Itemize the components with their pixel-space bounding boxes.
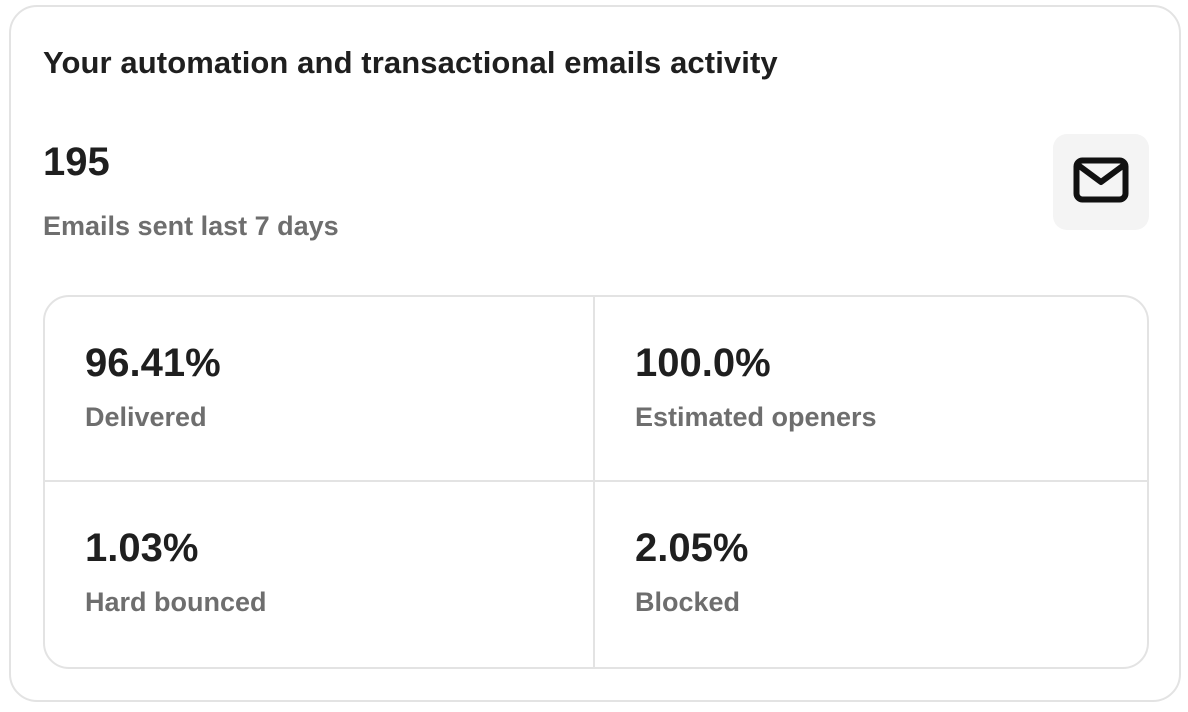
stats-grid: 96.41% Delivered 100.0% Estimated opener… (43, 295, 1149, 669)
stat-hard-bounced: 1.03% Hard bounced (45, 482, 595, 667)
mail-icon (1073, 157, 1129, 208)
card-title: Your automation and transactional emails… (43, 45, 778, 80)
stat-value: 1.03% (85, 526, 199, 570)
stat-blocked: 2.05% Blocked (595, 482, 1147, 667)
stat-label: Hard bounced (85, 587, 267, 617)
stat-estimated-openers: 100.0% Estimated openers (595, 297, 1147, 482)
stat-value: 100.0% (635, 341, 771, 385)
stat-label: Estimated openers (635, 402, 877, 432)
stat-delivered: 96.41% Delivered (45, 297, 595, 482)
stat-value: 96.41% (85, 341, 221, 385)
mail-icon-tile (1053, 134, 1149, 230)
stat-label: Blocked (635, 587, 741, 617)
email-activity-card: Your automation and transactional emails… (9, 5, 1181, 702)
emails-sent-label: Emails sent last 7 days (43, 211, 339, 241)
emails-sent-count: 195 (43, 140, 110, 184)
stat-value: 2.05% (635, 526, 749, 570)
stat-label: Delivered (85, 402, 207, 432)
